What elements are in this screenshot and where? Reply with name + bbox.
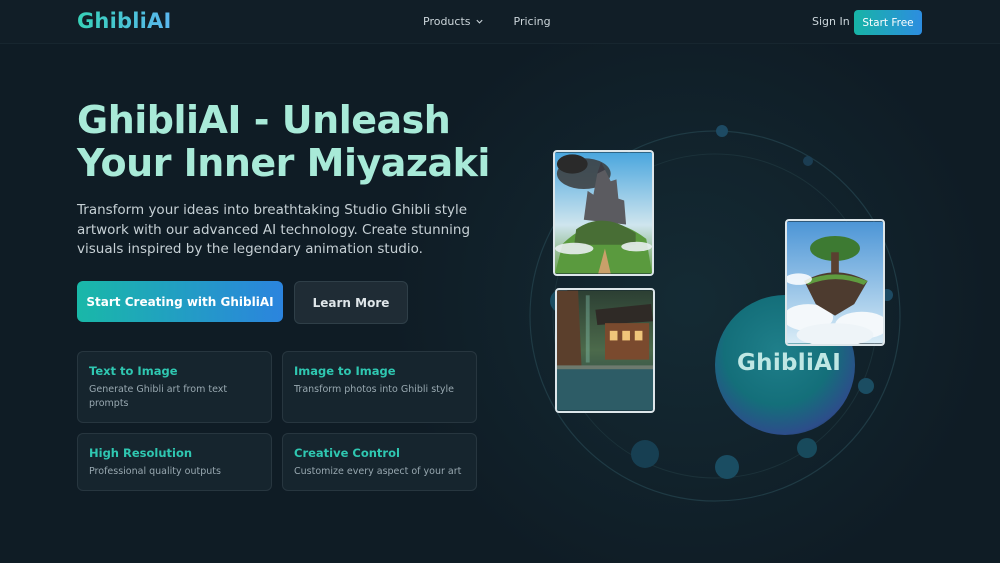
orbit-dot bbox=[797, 438, 817, 458]
brand-orb-label: GhibliAI bbox=[737, 350, 842, 376]
floating-island-artwork-image[interactable] bbox=[785, 219, 885, 346]
orbit-dot bbox=[716, 125, 728, 137]
page: GhibliAI Products Pricing Sign In Start … bbox=[0, 0, 1000, 563]
castle-artwork-image[interactable] bbox=[553, 150, 654, 276]
orbit-dot bbox=[858, 378, 874, 394]
orbit-dot bbox=[715, 455, 739, 479]
bathhouse-artwork-image[interactable] bbox=[555, 288, 655, 413]
orbit-dot bbox=[631, 440, 659, 468]
orbit-dot bbox=[803, 156, 813, 166]
